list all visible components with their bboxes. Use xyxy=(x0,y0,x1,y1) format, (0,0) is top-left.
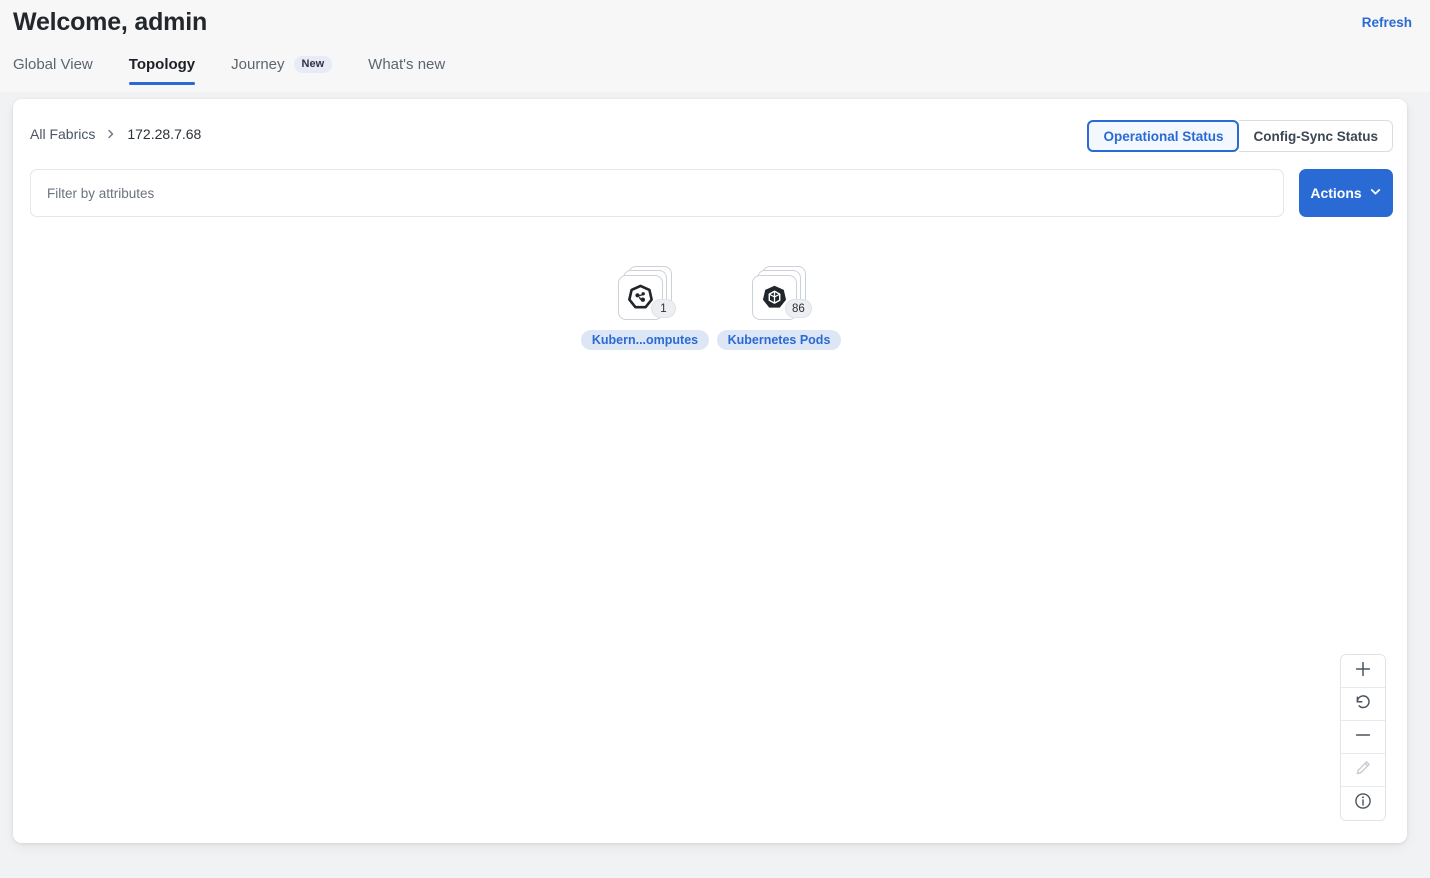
tab-global-view-label: Global View xyxy=(13,56,93,73)
zoom-in-button[interactable] xyxy=(1341,655,1385,688)
plus-icon xyxy=(1353,659,1373,684)
breadcrumb: All Fabrics 172.28.7.68 xyxy=(30,126,201,142)
breadcrumb-all-fabrics[interactable]: All Fabrics xyxy=(30,126,95,142)
tab-topology-label: Topology xyxy=(128,56,196,73)
main-tabs: Global View Topology Journey New What's … xyxy=(13,56,481,92)
node-count-badge: 1 xyxy=(651,299,676,318)
tab-global-view[interactable]: Global View xyxy=(13,56,113,85)
pencil-icon xyxy=(1353,758,1373,783)
refresh-link[interactable]: Refresh xyxy=(1362,15,1412,30)
zoom-controls xyxy=(1340,654,1386,821)
status-toggle: Operational Status Config-Sync Status xyxy=(1087,120,1393,152)
tab-topology[interactable]: Topology xyxy=(128,56,215,85)
filter-input[interactable]: Filter by attributes xyxy=(30,169,1284,217)
topology-card: All Fabrics 172.28.7.68 Operational Stat… xyxy=(13,99,1407,843)
tab-whats-new[interactable]: What's new xyxy=(368,56,465,85)
info-button[interactable] xyxy=(1341,787,1385,820)
zoom-out-button[interactable] xyxy=(1341,721,1385,754)
tab-whats-new-label: What's new xyxy=(368,56,446,73)
undo-arrow-icon xyxy=(1353,692,1373,717)
actions-button[interactable]: Actions xyxy=(1299,169,1393,217)
breadcrumb-current-fabric[interactable]: 172.28.7.68 xyxy=(127,126,201,142)
tab-journey-label: Journey xyxy=(231,56,285,73)
node-label-kubernetes-computes[interactable]: Kubern...omputes xyxy=(580,330,710,350)
operational-status-tab[interactable]: Operational Status xyxy=(1087,120,1240,152)
page-title: Welcome, admin xyxy=(13,8,208,36)
tab-journey[interactable]: Journey New xyxy=(231,56,352,85)
edit-button xyxy=(1341,754,1385,787)
actions-button-label: Actions xyxy=(1310,185,1362,201)
topology-node-kubernetes-pods[interactable]: 86 Kubernetes Pods xyxy=(714,266,844,350)
minus-icon xyxy=(1353,725,1373,750)
node-label-kubernetes-pods[interactable]: Kubernetes Pods xyxy=(716,330,842,350)
info-circle-icon xyxy=(1353,791,1373,816)
top-header: Welcome, admin Refresh Global View Topol… xyxy=(0,0,1430,92)
chevron-down-icon xyxy=(1369,185,1382,201)
filter-placeholder: Filter by attributes xyxy=(47,185,155,201)
topology-canvas[interactable]: 1 Kubern...omputes 86 Kubernetes Pods xyxy=(13,229,1407,843)
node-stack-icon: 1 xyxy=(618,266,676,320)
reset-view-button[interactable] xyxy=(1341,688,1385,721)
topology-node-kubernetes-computes[interactable]: 1 Kubern...omputes xyxy=(580,266,710,350)
app-root: Welcome, admin Refresh Global View Topol… xyxy=(0,0,1430,878)
tab-journey-new-badge: New xyxy=(293,56,333,73)
node-stack-icon: 86 xyxy=(752,266,812,320)
config-sync-status-tab[interactable]: Config-Sync Status xyxy=(1239,120,1393,152)
node-count-badge: 86 xyxy=(785,299,812,318)
chevron-right-icon xyxy=(105,128,117,140)
